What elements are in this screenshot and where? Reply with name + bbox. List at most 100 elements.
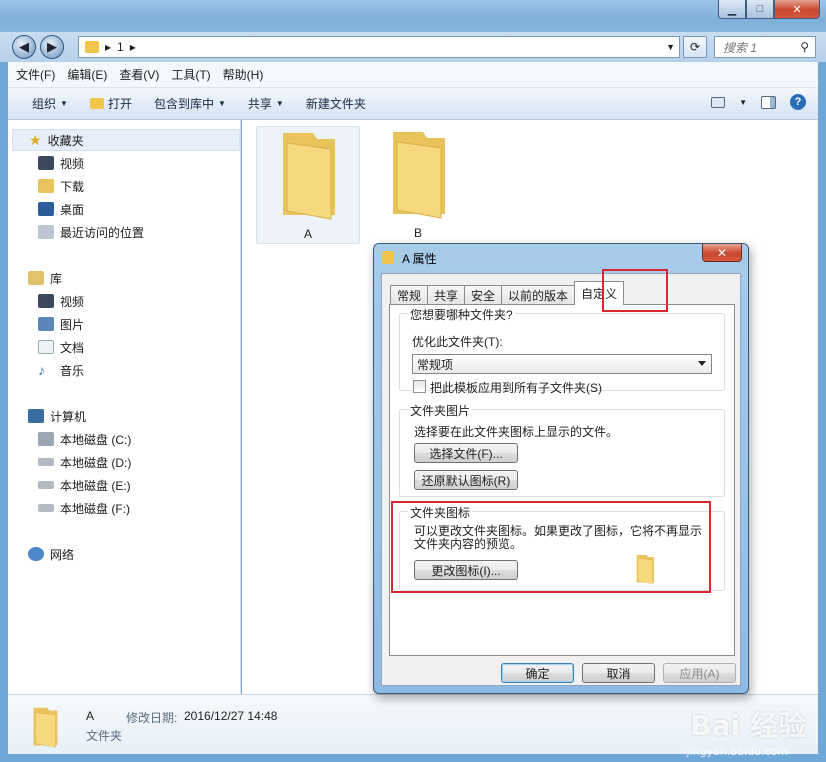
- tab-strip: 常规 共享 安全 以前的版本 自定义: [390, 281, 625, 305]
- nav-network[interactable]: 网络: [28, 543, 74, 565]
- help-icon[interactable]: ?: [790, 94, 806, 110]
- organize-button[interactable]: 组织 ▼: [24, 95, 76, 112]
- minimize-button[interactable]: ▁: [718, 0, 746, 19]
- open-button[interactable]: 打开: [82, 95, 140, 112]
- details-modified-value: 2016/12/27 14:48: [184, 709, 278, 723]
- nav-drive-c[interactable]: 本地磁盘 (C:): [38, 428, 131, 450]
- ok-button[interactable]: 确定: [501, 663, 574, 683]
- breadcrumb-arrow-icon: ▸: [129, 40, 136, 54]
- close-button[interactable]: ✕: [774, 0, 820, 19]
- search-icon[interactable]: ⚲: [800, 40, 809, 54]
- folder-icon: [85, 41, 99, 53]
- drive-icon: [38, 432, 54, 446]
- cancel-button[interactable]: 取消: [582, 663, 655, 683]
- new-folder-button[interactable]: 新建文件夹: [298, 95, 374, 112]
- highlight-box: [602, 269, 668, 312]
- optimize-value: 常规项: [417, 357, 454, 372]
- network-icon: [28, 547, 44, 561]
- nav-libraries[interactable]: 库: [28, 267, 62, 289]
- nav-desktop-label: 桌面: [60, 202, 85, 217]
- dialog-close-button[interactable]: ✕: [702, 244, 742, 262]
- nav-computer-label: 计算机: [50, 409, 87, 424]
- new-folder-label: 新建文件夹: [305, 97, 366, 111]
- nav-drive-e[interactable]: 本地磁盘 (E:): [38, 474, 131, 496]
- include-label: 包含到库中: [153, 97, 214, 111]
- documents-icon: [38, 340, 54, 354]
- baidu-watermark-logo: Bai 经验: [690, 709, 806, 742]
- include-library-button[interactable]: 包含到库中 ▼: [146, 95, 234, 112]
- address-dropdown-icon[interactable]: ▼: [666, 42, 675, 52]
- apply-template-checkbox[interactable]: [413, 380, 426, 393]
- folder-icon: [393, 132, 445, 219]
- nav-computer[interactable]: 计算机: [28, 405, 86, 427]
- nav-videos[interactable]: 视频: [38, 152, 84, 174]
- nav-drive-e-label: 本地磁盘 (E:): [60, 478, 131, 493]
- chevron-down-icon: ▼: [275, 99, 284, 108]
- nav-lib-documents-label: 文档: [60, 340, 85, 355]
- baidu-watermark-url: jingyan.baidu.com: [686, 745, 788, 758]
- open-folder-icon: [89, 98, 104, 109]
- menu-view[interactable]: 查看(V): [119, 66, 159, 83]
- folder-type-heading: 您想要哪种文件夹?: [408, 306, 515, 323]
- forward-button[interactable]: ▶: [40, 35, 64, 59]
- music-icon: ♪: [38, 362, 45, 378]
- refresh-button[interactable]: ⟳: [683, 36, 707, 58]
- tab-security[interactable]: 安全: [464, 285, 503, 305]
- folder-item-a[interactable]: A: [256, 126, 360, 244]
- preview-pane-icon[interactable]: [761, 95, 776, 109]
- folder-pictures-desc: 选择要在此文件夹图标上显示的文件。: [414, 425, 619, 439]
- menu-bar: 文件(F) 编辑(E) 查看(V) 工具(T) 帮助(H): [8, 62, 818, 88]
- dialog-body: 常规 共享 安全 以前的版本 自定义 您想要哪种文件夹? 优化此文件夹(T): …: [381, 269, 741, 686]
- navigation-pane: ★ 收藏夹 视频 下载 桌面 最近访问的位置 库 视频 图片 文档 ♪ 音乐 计算机…: [8, 120, 241, 694]
- back-button[interactable]: ◀: [12, 35, 36, 59]
- menu-help[interactable]: 帮助(H): [223, 66, 264, 83]
- view-dropdown-icon[interactable]: ▼: [739, 98, 747, 107]
- nav-favorites-label: 收藏夹: [47, 133, 84, 148]
- nav-lib-videos-label: 视频: [60, 294, 85, 309]
- folder-pictures-heading: 文件夹图片: [408, 402, 473, 419]
- nav-recent[interactable]: 最近访问的位置: [38, 221, 144, 243]
- apply-button[interactable]: 应用(A): [663, 663, 736, 683]
- nav-lib-pictures-label: 图片: [60, 317, 85, 332]
- nav-lib-documents[interactable]: 文档: [38, 336, 84, 358]
- nav-lib-pictures[interactable]: 图片: [38, 313, 84, 335]
- apply-template-label: 把此模板应用到所有子文件夹(S): [430, 381, 602, 395]
- window-title-bar: ▁ □ ✕: [0, 0, 826, 32]
- nav-drive-d-label: 本地磁盘 (D:): [60, 455, 132, 470]
- library-icon: [28, 271, 44, 285]
- menu-tools[interactable]: 工具(T): [171, 66, 210, 83]
- highlight-box: [391, 501, 711, 593]
- nav-drive-f-label: 本地磁盘 (F:): [60, 501, 130, 516]
- restore-default-button[interactable]: 还原默认图标(R): [414, 470, 518, 490]
- search-input[interactable]: 搜索 1 ⚲: [714, 36, 816, 58]
- tab-general[interactable]: 常规: [390, 285, 429, 305]
- window-controls: ▁ □ ✕: [718, 0, 820, 19]
- nav-libraries-label: 库: [50, 271, 63, 286]
- tab-sharing[interactable]: 共享: [427, 285, 466, 305]
- nav-lib-videos[interactable]: 视频: [38, 290, 84, 312]
- nav-downloads[interactable]: 下载: [38, 175, 84, 197]
- tab-previous-versions[interactable]: 以前的版本: [501, 285, 576, 305]
- nav-downloads-label: 下载: [60, 179, 85, 194]
- video-icon: [38, 156, 54, 170]
- choose-file-button[interactable]: 选择文件(F)...: [414, 443, 518, 463]
- computer-icon: [28, 409, 44, 423]
- address-bar[interactable]: ▸ 1 ▸ ▼: [78, 36, 680, 58]
- drive-icon: [38, 504, 54, 512]
- breadcrumb-arrow-icon: ▸: [105, 40, 112, 54]
- menu-edit[interactable]: 编辑(E): [67, 66, 107, 83]
- nav-lib-music[interactable]: ♪ 音乐: [38, 359, 84, 381]
- breadcrumb-segment[interactable]: 1: [117, 40, 124, 54]
- share-button[interactable]: 共享 ▼: [240, 95, 292, 112]
- nav-favorites[interactable]: ★ 收藏夹: [12, 129, 240, 151]
- maximize-button[interactable]: □: [746, 0, 774, 19]
- nav-videos-label: 视频: [60, 156, 85, 171]
- optimize-label: 优化此文件夹(T):: [412, 335, 503, 349]
- nav-drive-f[interactable]: 本地磁盘 (F:): [38, 497, 130, 519]
- menu-file[interactable]: 文件(F): [16, 66, 55, 83]
- optimize-select[interactable]: 常规项: [412, 354, 712, 374]
- view-options-icon[interactable]: [711, 96, 726, 108]
- nav-drive-d[interactable]: 本地磁盘 (D:): [38, 451, 131, 473]
- nav-desktop[interactable]: 桌面: [38, 198, 84, 220]
- folder-item-b[interactable]: B: [366, 126, 470, 244]
